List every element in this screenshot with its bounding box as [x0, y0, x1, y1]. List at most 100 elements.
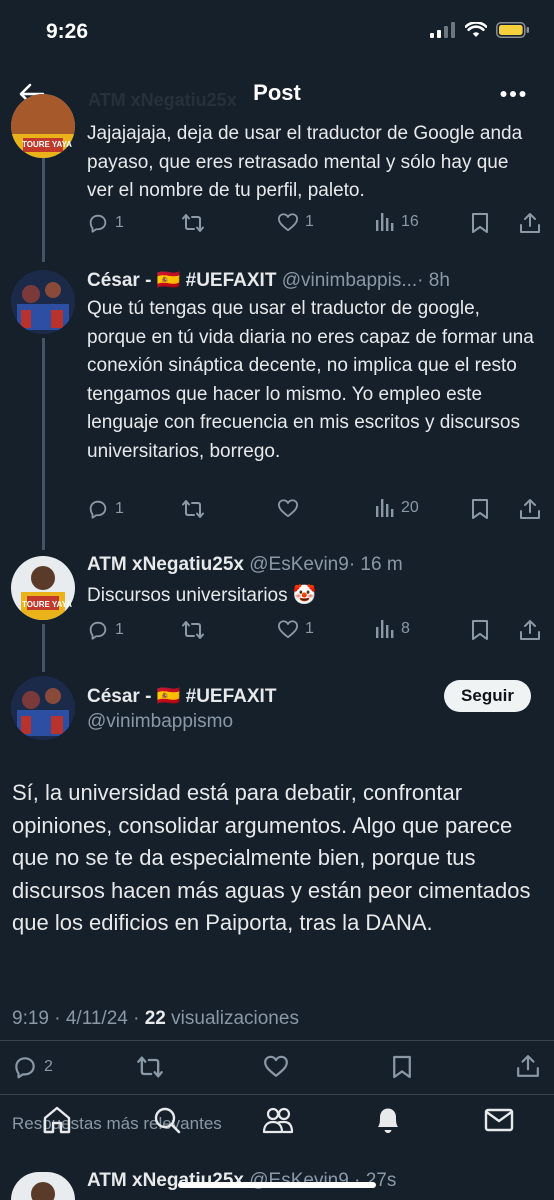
tweet-text: Discursos universitarios 🤡	[87, 585, 317, 606]
reply-icon	[89, 621, 107, 640]
author-name: César - 🇪🇸 #UEFAXIT	[87, 686, 277, 707]
repost-icon	[182, 500, 204, 518]
reply-count: 1	[115, 621, 124, 638]
avatar[interactable]	[11, 270, 75, 334]
bookmark-icon	[393, 1055, 411, 1079]
author-name: César - 🇪🇸 #UEFAXIT	[87, 270, 277, 291]
share-button[interactable]	[519, 498, 541, 520]
tweet-time: · 16 m	[348, 554, 403, 575]
author-handle: @vinimbappismo	[87, 711, 234, 732]
share-icon	[520, 499, 540, 519]
share-icon	[520, 620, 540, 640]
avatar[interactable]	[11, 1172, 75, 1200]
battery-icon	[496, 22, 529, 38]
repost-button[interactable]	[181, 619, 205, 641]
reply-icon	[89, 500, 107, 519]
views-count: 8	[401, 620, 410, 637]
bookmark-icon	[472, 620, 488, 640]
nav-communities[interactable]	[262, 1105, 294, 1135]
wifi-icon	[465, 22, 487, 37]
share-button[interactable]	[516, 1054, 540, 1078]
like-button[interactable]: 1	[277, 619, 314, 639]
nav-search[interactable]	[152, 1105, 182, 1135]
tweet-text: Jajajajaja, deja de usar el traductor de…	[87, 123, 523, 201]
share-icon	[520, 213, 540, 233]
reply-count: 2	[44, 1058, 53, 1075]
reply-button[interactable]: 1	[87, 619, 124, 641]
home-indicator[interactable]	[178, 1182, 376, 1188]
status-icons	[430, 22, 530, 38]
like-button[interactable]	[277, 498, 299, 518]
tweet-timestamp: 9:19 · 4/11/24 ·	[12, 1008, 145, 1029]
tweet-meta: 9:19 · 4/11/24 · 22 visualizaciones	[12, 1008, 299, 1030]
reply-button[interactable]: 1	[87, 212, 124, 234]
tweet-actions: 1 1 8	[87, 619, 542, 645]
nav-messages[interactable]	[484, 1107, 514, 1133]
next-reply-author[interactable]: ATM xNegatiu25x @EsKevin9 · 27s	[87, 1170, 396, 1192]
avatar-caption: TOURE YAYA	[22, 600, 72, 609]
bookmark-icon	[472, 213, 488, 233]
repost-button[interactable]	[136, 1054, 164, 1080]
share-icon	[517, 1055, 539, 1077]
tweet-text: Que tú tengas que usar el traductor de g…	[87, 298, 534, 462]
tweet-author[interactable]: ATM xNegatiu25x @EsKevin9· 16 m	[87, 554, 403, 576]
search-icon	[154, 1107, 181, 1134]
signal-icon	[430, 22, 455, 38]
repost-button[interactable]	[181, 212, 205, 234]
bell-icon	[378, 1108, 398, 1133]
tweet-actions: 1 1 16	[87, 212, 542, 238]
tweet-time: · 8h	[417, 270, 450, 291]
views-button[interactable]: 20	[375, 498, 419, 518]
main-author-handle[interactable]: @vinimbappismo	[87, 711, 233, 733]
views-chart-icon	[376, 499, 394, 517]
thread-line	[42, 338, 45, 550]
more-dots-icon	[500, 91, 526, 97]
heart-icon	[277, 620, 298, 639]
tweet-author[interactable]: César - 🇪🇸 #UEFAXIT @vinimbappis...· 8h	[87, 268, 450, 292]
like-count: 1	[305, 213, 314, 230]
author-name: ATM xNegatiu25x	[87, 554, 244, 575]
reply-icon	[15, 1057, 35, 1079]
thread-line	[42, 158, 45, 262]
share-button[interactable]	[519, 619, 541, 641]
bookmark-button[interactable]	[471, 619, 489, 641]
more-options-button[interactable]	[500, 90, 526, 98]
main-tweet-text: Sí, la universidad está para debatir, co…	[12, 780, 531, 935]
views-button[interactable]: 8	[375, 619, 410, 639]
author-handle: @EsKevin9	[249, 554, 349, 575]
envelope-icon	[484, 1108, 514, 1132]
views-chart-icon	[376, 213, 394, 231]
avatar[interactable]	[11, 556, 75, 620]
repost-button[interactable]	[181, 498, 205, 520]
repost-icon	[182, 621, 204, 639]
follow-button[interactable]: Seguir	[444, 680, 531, 712]
main-tweet-actions: 2	[12, 1054, 542, 1080]
like-button[interactable]: 1	[277, 212, 314, 232]
like-button[interactable]	[263, 1054, 289, 1078]
share-button[interactable]	[519, 212, 541, 234]
nav-notifications[interactable]	[374, 1105, 402, 1135]
heart-icon	[277, 499, 298, 518]
views-button[interactable]: 16	[375, 212, 419, 232]
main-author-name[interactable]: César - 🇪🇸 #UEFAXIT	[87, 684, 276, 708]
bookmark-button[interactable]	[392, 1054, 412, 1080]
tweet-actions: 1 20	[87, 498, 542, 524]
views-chart-icon	[376, 620, 394, 638]
reply-count: 1	[115, 214, 124, 231]
people-icon	[262, 1107, 294, 1134]
views-number: 22	[144, 1008, 166, 1029]
page-title: Post	[253, 80, 301, 105]
views-count: 20	[401, 499, 419, 516]
nav-home[interactable]	[42, 1105, 72, 1135]
views-label: visualizaciones	[165, 1008, 299, 1029]
heart-icon	[264, 1055, 288, 1077]
reply-count: 1	[115, 500, 124, 517]
avatar[interactable]	[11, 676, 75, 740]
thread-line	[42, 624, 45, 672]
bookmark-button[interactable]	[471, 212, 489, 234]
bookmark-button[interactable]	[471, 498, 489, 520]
reply-button[interactable]: 1	[87, 498, 124, 520]
author-handle: @vinimbappis...	[281, 270, 418, 291]
reply-button[interactable]: 2	[12, 1054, 53, 1080]
avatar-caption: TOURE YAYA	[22, 140, 72, 149]
